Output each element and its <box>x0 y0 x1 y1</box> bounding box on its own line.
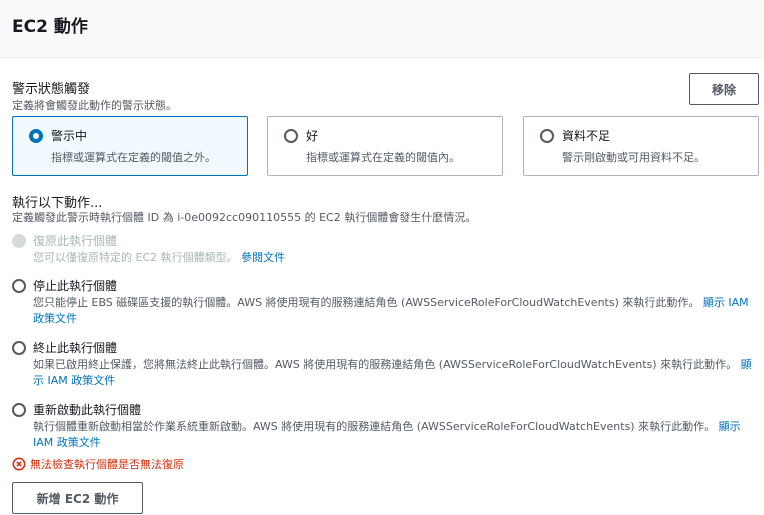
tile-description: 指標或運算式在定義的閾值內。 <box>306 151 460 164</box>
action-stop-label: 停止此執行個體 <box>33 279 118 293</box>
panel-header: EC2 動作 <box>0 0 764 58</box>
action-terminate-label: 終止此執行個體 <box>33 341 118 355</box>
radio-stop-icon[interactable] <box>12 279 26 293</box>
tile-label: 警示中 <box>51 129 88 143</box>
radio-recover-icon <box>12 234 26 248</box>
radio-icon[interactable] <box>540 129 554 143</box>
alarm-state-tile-insufficient-data[interactable]: 資料不足 警示剛啟動或可用資料不足。 <box>523 116 759 176</box>
add-ec2-action-button[interactable]: 新增 EC2 動作 <box>12 482 143 514</box>
error-icon <box>12 457 26 471</box>
error-message: 無法檢查執行個體是否無法復原 <box>12 456 184 472</box>
action-reboot-description: 執行個體重新啟動相當於作業系統重新啟動。AWS 將使用現有的服務連結角色 (AW… <box>33 420 741 449</box>
tile-label: 好 <box>306 129 319 143</box>
tile-description: 警示剛啟動或可用資料不足。 <box>562 151 705 164</box>
alarm-state-title: 警示狀態觸發 <box>12 82 91 97</box>
panel-title: EC2 動作 <box>12 17 88 37</box>
tile-description: 指標或運算式在定義的閾值之外。 <box>51 151 216 164</box>
alarm-state-description: 定義將會觸發此動作的警示狀態。 <box>12 99 177 112</box>
action-reboot-label: 重新啟動此執行個體 <box>33 403 142 417</box>
remove-button[interactable]: 移除 <box>689 73 759 105</box>
action-terminate-description: 如果已啟用終止保護，您將無法終止此執行個體。AWS 將使用現有的服務連結角色 (… <box>33 358 752 387</box>
radio-terminate-icon[interactable] <box>12 341 26 355</box>
radio-reboot-icon[interactable] <box>12 403 26 417</box>
action-stop-description: 您只能停止 EBS 磁碟區支援的執行個體。AWS 將使用現有的服務連結角色 (A… <box>33 296 749 325</box>
actions-description: 定義觸發此警示時執行個體 ID 為 i-0e0092cc090110555 的 … <box>12 211 477 224</box>
action-recover-label: 復原此執行個體 <box>33 234 118 248</box>
radio-icon[interactable] <box>284 129 298 143</box>
alarm-state-tile-in-alarm[interactable]: 警示中 指標或運算式在定義的閾值之外。 <box>12 116 248 176</box>
error-text: 無法檢查執行個體是否無法復原 <box>30 458 184 471</box>
radio-selected-icon[interactable] <box>29 129 43 143</box>
view-docs-link[interactable]: 參閱文件 <box>241 251 285 264</box>
alarm-state-tile-ok[interactable]: 好 指標或運算式在定義的閾值內。 <box>267 116 503 176</box>
tile-label: 資料不足 <box>562 129 611 143</box>
action-recover-description: 您可以僅復原特定的 EC2 執行個體類型。 參閱文件 <box>33 251 286 264</box>
